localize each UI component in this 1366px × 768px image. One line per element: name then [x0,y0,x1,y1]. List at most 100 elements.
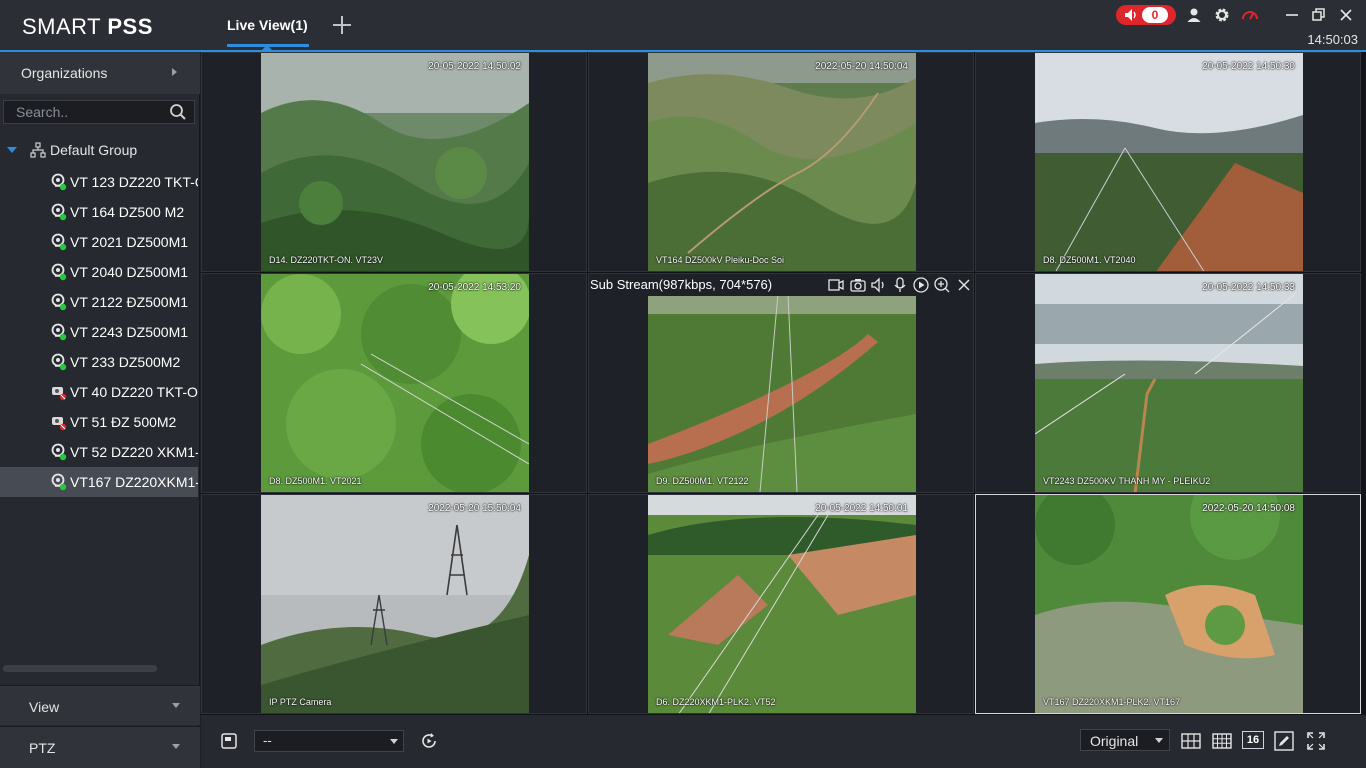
ptz-panel[interactable]: PTZ [0,726,200,768]
camera-feed[interactable]: 20-05-2022 14:50:30 D8. DZ500M1. VT2040 [1035,53,1303,271]
tab-notch [262,45,272,50]
video-cell[interactable]: Sub Stream(987kbps, 704*576) D9. DZ500M1.… [588,273,974,493]
ptz-label: PTZ [29,740,56,756]
search-box [3,100,195,124]
feed-caption: VT2243 DZ500KV THANH MY - PLEIKU2 [1043,476,1211,486]
talk-icon[interactable] [891,276,909,294]
performance-icon[interactable] [1241,6,1259,24]
user-icon[interactable] [1185,6,1203,24]
feed-caption: IP PTZ Camera [269,697,332,707]
camera-feed[interactable]: 2022-05-20 14:50:04 VT164 DZ500kV Pleiku-… [648,53,916,271]
group-label: Default Group [50,142,138,158]
video-cell[interactable]: 20-05-2022 14:50:02 D14. DZ220TKT-ON. VT2… [201,52,587,272]
layout-9-icon[interactable] [1212,731,1232,751]
camera-icon [52,417,67,431]
stream-toolbar: Sub Stream(987kbps, 704*576) [589,274,973,296]
device-item[interactable]: VT 51 ĐZ 500M2 [0,407,198,437]
camera-feed[interactable]: 20-05-2022 14:53:20 D8. DZ500M1. VT2021 [261,274,529,492]
clock: 14:50:03 [1307,32,1358,47]
aspect-ratio-value: Original [1090,733,1139,749]
title-bar: SMART PSS Live View(1) 0 14:50:03 [0,0,1366,52]
device-item[interactable]: VT 2021 DZ500M1 [0,227,198,257]
device-item[interactable]: VT 2243 DZ500M1 [0,317,198,347]
chevron-down-icon [1155,738,1163,743]
playback-icon[interactable] [912,276,930,294]
video-cell[interactable]: 2022-05-20 14:50:08 VT167 DZ220XKM1-PLK2.… [975,494,1361,714]
close-icon[interactable] [955,276,973,294]
feed-timestamp: 20-05-2022 14:50:30 [1202,61,1295,72]
tab-live-view-label: Live View(1) [227,17,308,33]
camera-icon [51,473,67,491]
close-icon[interactable] [1337,6,1355,24]
video-cell[interactable]: 20-05-2022 14:50:01 D6. DZ220XKM1-PLK2. V… [588,494,974,714]
edit-icon[interactable] [1274,731,1294,751]
device-label: VT 233 DZ500M2 [70,354,181,370]
feed-timestamp: 2022-05-20 15:50:04 [428,503,521,514]
feed-timestamp: 20-05-2022 14:50:02 [428,61,521,72]
snapshot-icon[interactable] [849,276,867,294]
expand-triangle-icon[interactable] [7,147,17,153]
tab-live-view[interactable]: Live View(1) [212,0,324,50]
view-panel[interactable]: View [0,685,200,725]
record-icon[interactable] [827,276,845,294]
feed-timestamp: 2022-05-20 14:50:08 [1202,503,1295,514]
alarm-button[interactable]: 0 [1116,5,1176,25]
chevron-down-icon [172,744,180,749]
video-cell[interactable]: 2022-05-20 15:50:04 IP PTZ Camera [201,494,587,714]
device-label: VT 123 DZ220 TKT-ON-VT2V [70,174,198,190]
search-icon[interactable] [169,103,187,121]
fullscreen-icon[interactable] [1306,731,1326,751]
device-item[interactable]: VT167 DZ220XKM1-PLK2 [0,467,198,497]
camera-feed[interactable]: 20-05-2022 14:50:33 VT2243 DZ500KV THANH … [1035,274,1303,492]
device-label: VT 40 DZ220 TKT-ON [70,384,198,400]
add-tab-button[interactable] [330,13,354,37]
device-item[interactable]: VT 40 DZ220 TKT-ON [0,377,198,407]
chevron-down-icon [172,703,180,708]
camera-feed-image [648,53,916,271]
camera-feed[interactable]: D9. DZ500M1. VT2122 [648,294,916,492]
feed-caption: VT164 DZ500kV Pleiku-Doc Soi [656,255,785,265]
camera-feed[interactable]: 2022-05-20 14:50:08 VT167 DZ220XKM1-PLK2.… [1035,495,1303,713]
camera-feed-image [648,495,916,713]
save-icon[interactable] [220,732,238,750]
camera-feed[interactable]: 20-05-2022 14:50:01 D6. DZ220XKM1-PLK2. V… [648,495,916,713]
device-item[interactable]: VT 123 DZ220 TKT-ON-VT2V [0,167,198,197]
aspect-ratio-select[interactable]: Original [1080,729,1170,751]
camera-feed[interactable]: 2022-05-20 15:50:04 IP PTZ Camera [261,495,529,713]
zoom-icon[interactable] [933,276,951,294]
audio-icon[interactable] [870,276,888,294]
layout-16-button[interactable]: 16 [1242,731,1264,749]
device-group[interactable]: Default Group [0,138,200,162]
restore-icon[interactable] [1310,6,1328,24]
video-cell[interactable]: 20-05-2022 14:53:20 D8. DZ500M1. VT2021 [201,273,587,493]
sidebar-scrollbar[interactable] [3,665,157,672]
chevron-down-icon [390,739,398,744]
minimize-icon[interactable] [1283,6,1301,24]
device-item[interactable]: VT 233 DZ500M2 [0,347,198,377]
device-label: VT 2040 DZ500M1 [70,264,189,280]
camera-icon [51,323,67,341]
camera-feed-image [261,53,529,271]
search-input[interactable] [4,101,164,123]
refresh-icon[interactable] [419,731,439,751]
device-item[interactable]: VT 52 DZ220 XKM1-PLK2 [0,437,198,467]
view-label: View [29,699,60,715]
feed-timestamp: 20-05-2022 14:53:20 [428,282,521,293]
video-cell[interactable]: 20-05-2022 14:50:30 D8. DZ500M1. VT2040 [975,52,1361,272]
feed-caption: D14. DZ220TKT-ON. VT23V [269,255,384,265]
device-item[interactable]: VT 164 DZ500 M2 [0,197,198,227]
camera-feed[interactable]: 20-05-2022 14:50:02 D14. DZ220TKT-ON. VT2… [261,53,529,271]
layout-4-icon[interactable] [1181,731,1201,751]
video-cell[interactable]: 2022-05-20 14:50:04 VT164 DZ500kV Pleiku-… [588,52,974,272]
preset-select[interactable]: -- [254,730,404,752]
sidebar: Organizations Default Group VT 123 DZ220… [0,52,200,768]
organizations-header[interactable]: Organizations [0,52,200,94]
camera-icon [51,173,67,191]
gear-icon[interactable] [1213,6,1231,24]
device-item[interactable]: VT 2122 ĐZ500M1 [0,287,198,317]
device-item[interactable]: VT 2040 DZ500M1 [0,257,198,287]
video-cell[interactable]: 20-05-2022 14:50:33 VT2243 DZ500KV THANH … [975,273,1361,493]
camera-icon [51,293,67,311]
camera-icon [51,353,67,371]
feed-timestamp: 2022-05-20 14:50:04 [815,61,908,72]
